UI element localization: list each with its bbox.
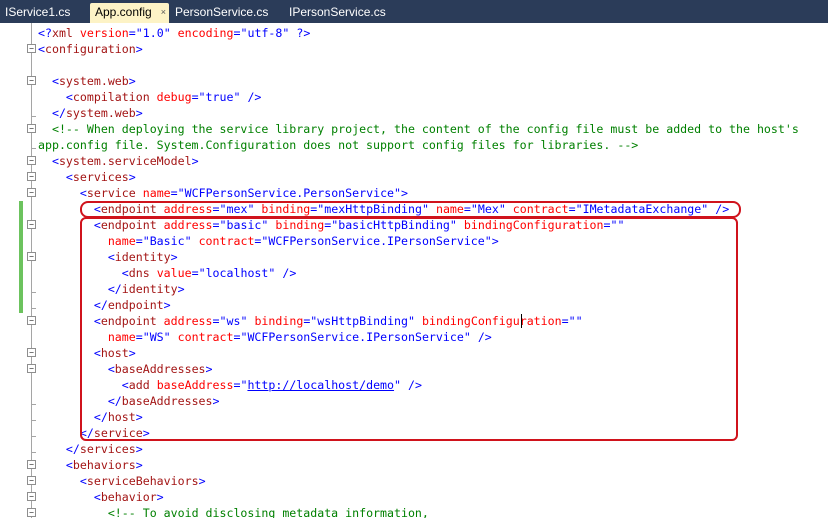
fold-end-marker (31, 116, 36, 117)
outline-gutter (31, 23, 32, 518)
minus-box-icon[interactable]: − (27, 316, 36, 325)
tab-label: App.config (95, 5, 152, 19)
fold-end-marker (31, 148, 36, 149)
highlight-box-service-endpoints (80, 217, 738, 441)
fold-end-marker (31, 420, 36, 421)
minus-box-icon[interactable]: − (27, 508, 36, 517)
code-line-comment-1: <!-- When deploying the service library … (51, 122, 799, 136)
minus-box-icon[interactable]: − (27, 44, 36, 53)
change-indicator-bar (19, 201, 23, 313)
tab-label: IPersonService.cs (289, 5, 386, 19)
fold-end-marker (31, 452, 36, 453)
code-line-system-web-close: </system.web> (51, 106, 143, 120)
code-line-configuration-open: <configuration> (38, 42, 143, 56)
fold-end-marker (31, 308, 36, 309)
fold-end-marker (31, 436, 36, 437)
minus-box-icon[interactable]: − (27, 172, 36, 181)
code-line-service-open: <service name="WCFPersonService.PersonSe… (79, 186, 408, 200)
minus-box-icon[interactable]: − (27, 124, 36, 133)
fold-end-marker (31, 292, 36, 293)
tab-ipersonservice-cs[interactable]: IPersonService.cs (284, 3, 402, 23)
minus-box-icon[interactable]: − (27, 364, 36, 373)
code-line-xml-declaration: <?xml version="1.0" encoding="utf-8" ?> (38, 26, 311, 40)
code-line-comment-2: app.config file. System.Configuration do… (38, 138, 639, 152)
minus-box-icon[interactable]: − (27, 76, 36, 85)
code-line-compilation: <compilation debug="true" /> (65, 90, 262, 104)
minus-box-icon[interactable]: − (27, 492, 36, 501)
minus-box-icon[interactable]: − (27, 156, 36, 165)
tab-label: PersonService.cs (175, 5, 269, 19)
code-line-behaviors-open: <behaviors> (65, 458, 143, 472)
minus-box-icon[interactable]: − (27, 220, 36, 229)
code-line-comment-metadata: <!-- To avoid disclosing metadata inform… (107, 506, 429, 518)
fold-end-marker (31, 404, 36, 405)
code-editor[interactable]: − − − − − − − − − − − − − − − <?xml vers… (0, 23, 828, 518)
code-line-system-web-open: <system.web> (51, 74, 136, 88)
code-line-behavior-open: <behavior> (93, 490, 164, 504)
tab-app-config[interactable]: App.config × (90, 3, 169, 23)
code-line-system-servicemodel-open: <system.serviceModel> (51, 154, 199, 168)
document-tab-bar: IService1.cs App.config × PersonService.c… (0, 0, 828, 23)
code-line-services-open: <services> (65, 170, 136, 184)
minus-box-icon[interactable]: − (27, 188, 36, 197)
code-line-services-close: </services> (65, 442, 143, 456)
highlight-box-mex-endpoint (80, 201, 741, 218)
tab-personservice-cs[interactable]: PersonService.cs (170, 3, 282, 23)
minus-box-icon[interactable]: − (27, 348, 36, 357)
minus-box-icon[interactable]: − (27, 476, 36, 485)
close-icon[interactable]: × (161, 3, 166, 22)
tab-iservice1-cs[interactable]: IService1.cs (0, 3, 88, 23)
minus-box-icon[interactable]: − (27, 252, 36, 261)
code-line-servicebehaviors-open: <serviceBehaviors> (79, 474, 206, 488)
tab-label: IService1.cs (5, 5, 71, 19)
minus-box-icon[interactable]: − (27, 460, 36, 469)
